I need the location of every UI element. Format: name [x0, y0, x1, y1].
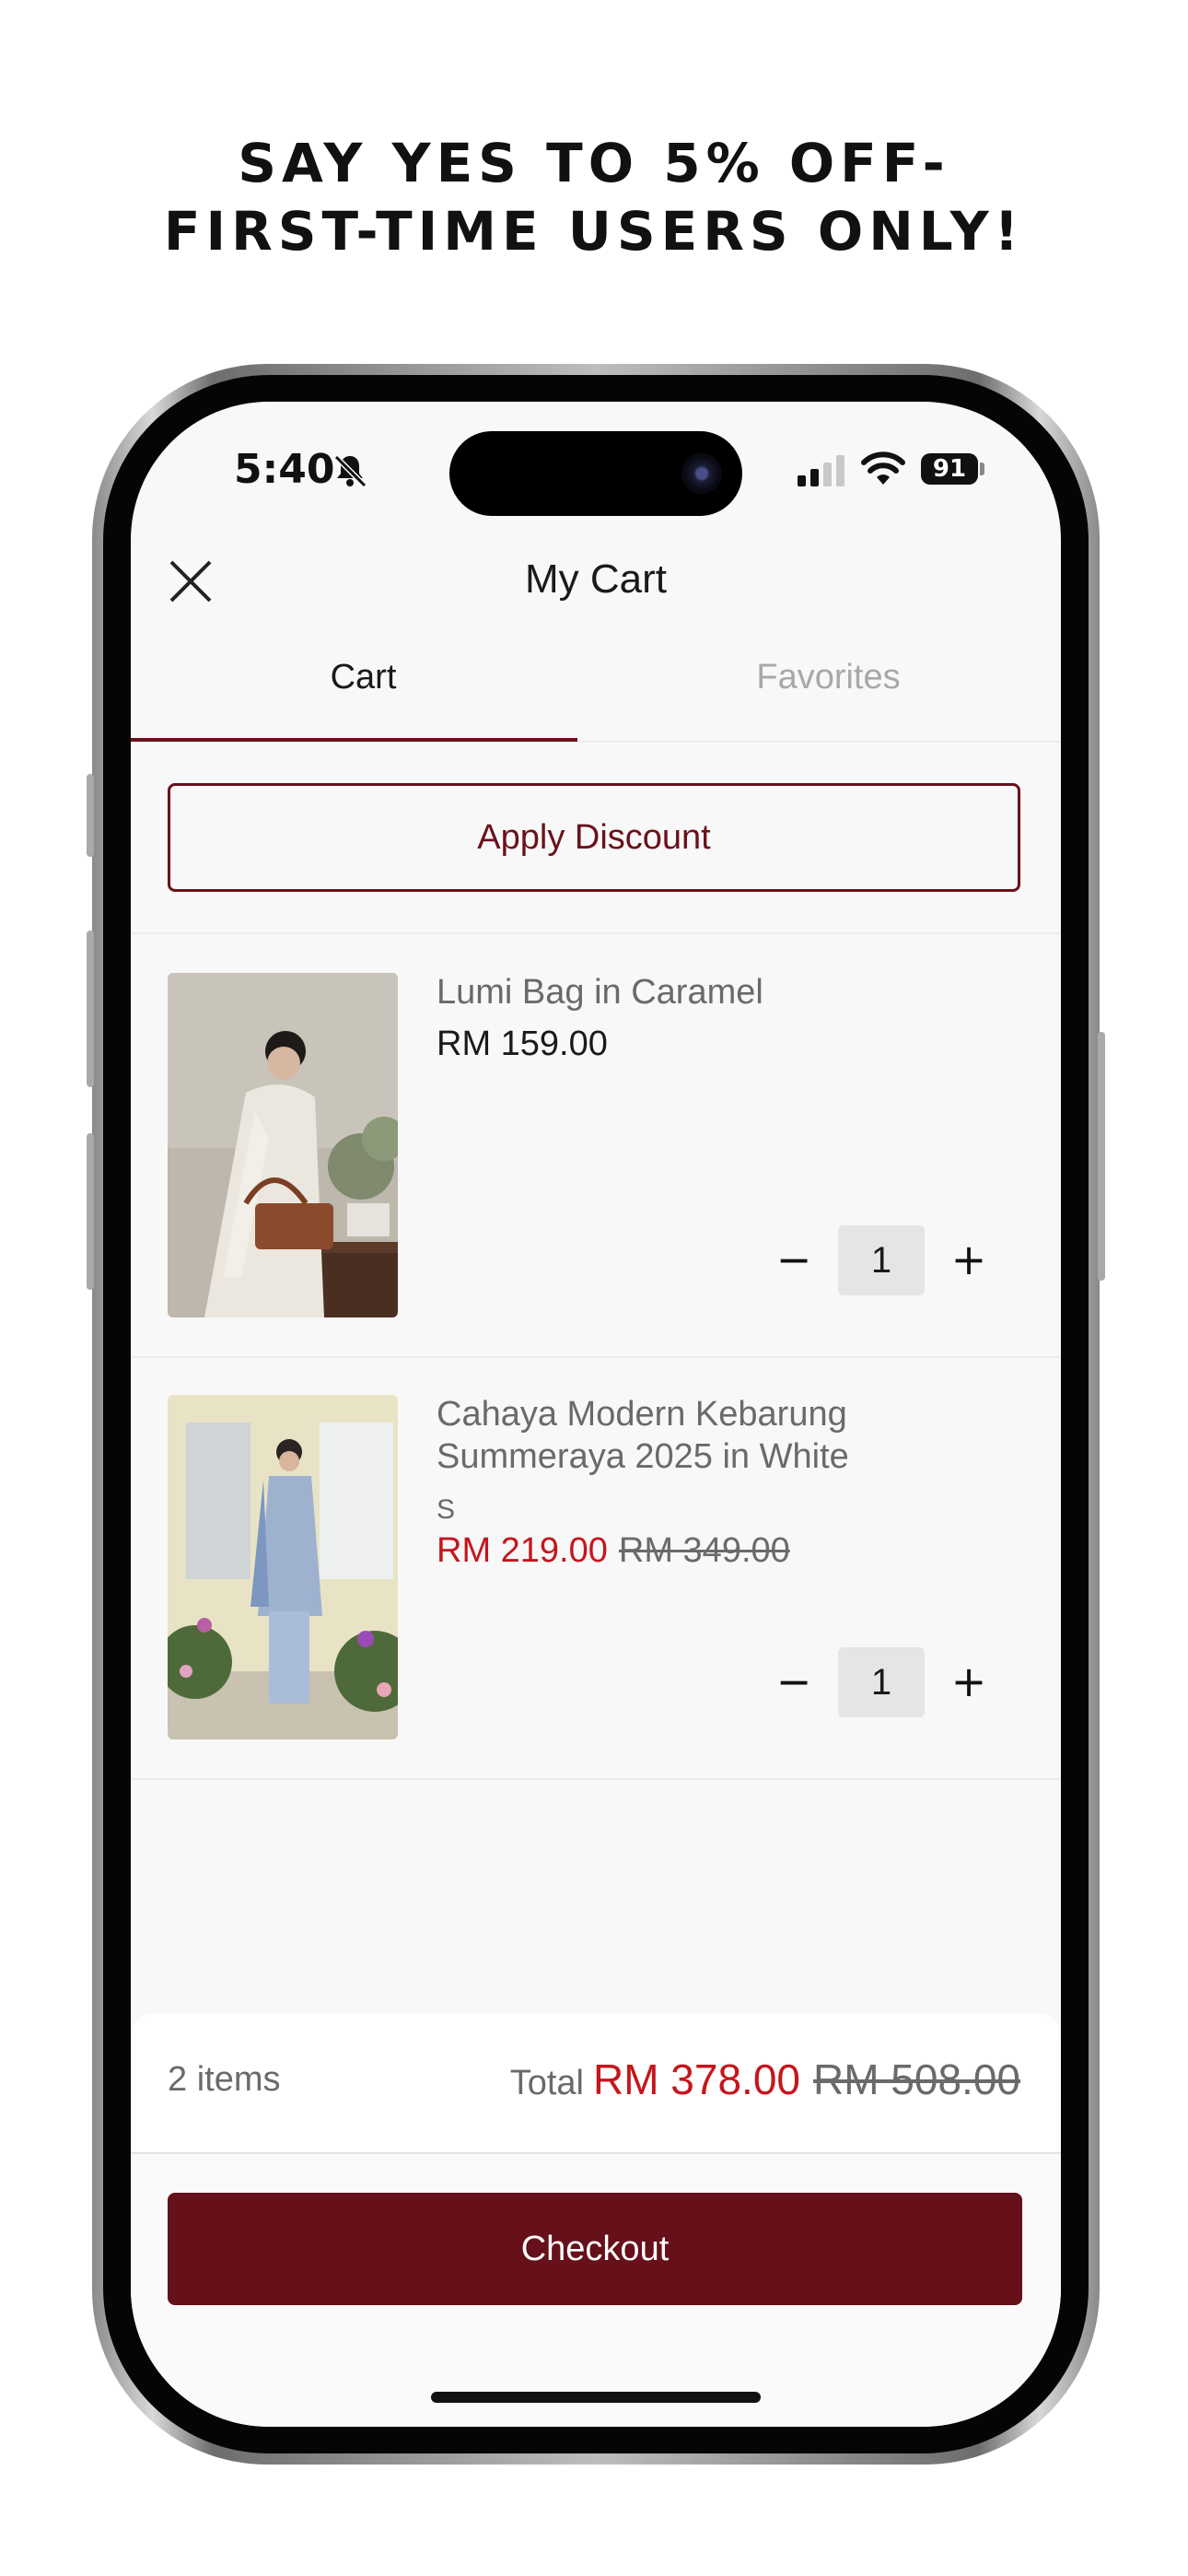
decrease-quantity-button[interactable]: − — [766, 1655, 821, 1710]
product-image-lumi-bag[interactable] — [168, 973, 398, 1317]
quantity-value: 1 — [838, 1225, 925, 1295]
page-title: My Cart — [525, 556, 667, 602]
decrease-quantity-button[interactable]: − — [766, 1233, 821, 1288]
cart-item: Cahaya Modern Kebarung Summeraya 2025 in… — [131, 1356, 1061, 1778]
action-button — [87, 774, 94, 857]
battery-tip — [980, 463, 984, 475]
item-name[interactable]: Cahaya Modern Kebarung Summeraya 2025 in… — [437, 1393, 952, 1478]
total-sale-price: RM 378.00 — [592, 2055, 800, 2103]
item-divider — [131, 1778, 1061, 1780]
tab-cart[interactable]: Cart — [131, 658, 596, 697]
cellular-signal-icon — [798, 455, 844, 486]
battery-icon: 91 — [921, 453, 978, 485]
status-time: 5:40 — [234, 446, 335, 493]
front-camera — [681, 453, 722, 494]
promo-line-2: FIRST-TIME USERS ONLY! — [163, 200, 1025, 263]
item-price-row: RM 219.00 RM 349.00 — [437, 1531, 790, 1571]
promo-line-1: SAY YES TO 5% OFF- — [238, 132, 950, 194]
phone-screen: 5:40 91 My Cart Cart Favorites Apply Dis… — [131, 402, 1061, 2427]
item-variant: S — [437, 1494, 456, 1525]
promo-headline: SAY YES TO 5% OFF- FIRST-TIME USERS ONLY… — [0, 129, 1188, 265]
total-row: Total RM 378.00 RM 508.00 — [510, 2055, 1020, 2104]
volume-up-button — [87, 931, 94, 1087]
wifi-icon — [861, 451, 905, 485]
increase-quantity-button[interactable]: + — [941, 1233, 996, 1288]
item-original-price: RM 349.00 — [618, 1531, 790, 1570]
volume-down-button — [87, 1133, 94, 1290]
product-image-cahaya-kebarung[interactable] — [168, 1395, 398, 1739]
apply-discount-button[interactable]: Apply Discount — [168, 783, 1020, 892]
items-count: 2 items — [168, 2060, 281, 2099]
active-tab-indicator — [131, 738, 577, 742]
power-button — [1098, 1032, 1105, 1281]
quantity-value: 1 — [838, 1647, 925, 1717]
total-label: Total — [509, 2064, 584, 2102]
item-name[interactable]: Lumi Bag in Caramel — [437, 971, 952, 1013]
home-indicator[interactable] — [431, 2392, 761, 2403]
tab-favorites[interactable]: Favorites — [596, 658, 1061, 697]
order-summary: 2 items Total RM 378.00 RM 508.00 — [131, 2014, 1061, 2152]
item-sale-price: RM 219.00 — [437, 1531, 608, 1570]
cart-item: Lumi Bag in Caramel RM 159.00 − 1 + — [131, 934, 1061, 1356]
summary-divider — [131, 2152, 1061, 2154]
dynamic-island — [449, 431, 742, 516]
total-original-price: RM 508.00 — [812, 2055, 1020, 2103]
increase-quantity-button[interactable]: + — [941, 1655, 996, 1710]
bell-slash-icon — [333, 454, 367, 488]
checkout-button[interactable]: Checkout — [168, 2193, 1022, 2305]
item-price: RM 159.00 — [437, 1025, 608, 1063]
